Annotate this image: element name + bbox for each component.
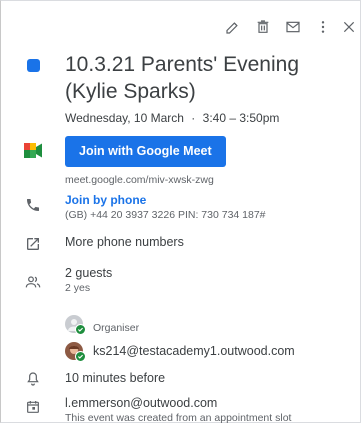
meet-icon bbox=[24, 143, 42, 158]
more-vert-icon bbox=[321, 21, 325, 33]
external-link-icon bbox=[25, 236, 41, 257]
accepted-check-icon bbox=[75, 351, 86, 362]
meet-link[interactable]: meet.google.com/miv-xwsk-zwg bbox=[65, 174, 346, 186]
people-icon bbox=[25, 274, 41, 295]
event-date: Wednesday, 10 March bbox=[65, 111, 184, 125]
trash-icon bbox=[257, 20, 269, 33]
toolbar bbox=[218, 13, 360, 41]
email-guests-button[interactable] bbox=[278, 14, 308, 40]
calendar-icon bbox=[25, 399, 41, 420]
more-options-button[interactable] bbox=[308, 14, 338, 40]
guests-summary: 2 guests bbox=[65, 266, 113, 280]
email-icon bbox=[286, 21, 300, 33]
guest-email: ks214@testacademy1.outwood.com bbox=[93, 344, 295, 358]
phone-details: (GB) +44 20 3937 3226 PIN: 730 734 187# bbox=[65, 209, 266, 221]
phone-icon bbox=[25, 197, 41, 218]
reminder-text: 10 minutes before bbox=[65, 371, 166, 385]
calendar-color-swatch bbox=[26, 59, 40, 72]
date-separator: · bbox=[191, 111, 196, 125]
edit-icon bbox=[226, 22, 238, 34]
guest-role: Organiser bbox=[93, 322, 140, 334]
close-icon bbox=[343, 21, 355, 33]
more-phone-numbers-link[interactable]: More phone numbers bbox=[65, 235, 346, 249]
calendar-owner-email: l.emmerson@outwood.com bbox=[65, 396, 218, 410]
event-title: 10.3.21 Parents' Evening (Kylie Sparks) bbox=[65, 53, 300, 103]
event-time: 3:40 – 3:50pm bbox=[202, 111, 280, 125]
appointment-note: This event was created from an appointme… bbox=[65, 412, 292, 424]
accepted-check-icon bbox=[75, 324, 86, 335]
guests-status: 2 yes bbox=[65, 282, 91, 294]
delete-button[interactable] bbox=[248, 14, 278, 40]
event-details-popup: 10.3.21 Parents' Evening (Kylie Sparks) … bbox=[0, 0, 361, 424]
join-meet-button[interactable]: Join with Google Meet bbox=[65, 136, 226, 167]
bell-icon bbox=[25, 371, 41, 392]
edit-button[interactable] bbox=[218, 14, 248, 40]
event-datetime: Wednesday, 10 March · 3:40 – 3:50pm bbox=[65, 111, 346, 125]
avatar bbox=[65, 315, 86, 335]
join-by-phone-link[interactable]: Join by phone bbox=[65, 193, 346, 207]
close-button[interactable] bbox=[338, 14, 360, 40]
avatar bbox=[65, 342, 86, 362]
